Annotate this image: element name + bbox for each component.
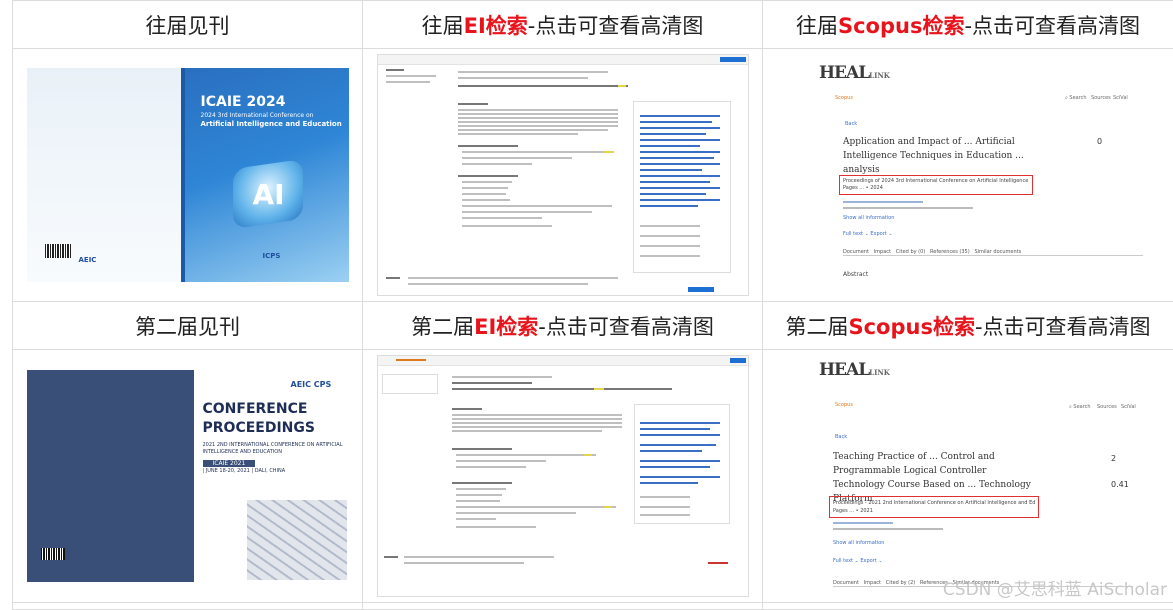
header-second-scopus[interactable]: 第二届Scopus检索-点击可查看高清图 [763,302,1173,350]
table-tail-row [13,603,1173,610]
header-pre: 往届 [422,14,464,38]
ei-screenshot-2021[interactable] [377,355,749,597]
citation-count: 0 [1097,137,1102,146]
header-second-ei[interactable]: 第二届EI检索-点击可查看高清图 [363,302,763,350]
header-row-1: 往届见刊 往届EI检索-点击可查看高清图 往届Scopus检索-点击可查看高清图 [13,1,1173,49]
publisher-block [69,544,70,549]
cover-cell-2[interactable]: AEIC CPS CONFERENCEPROCEEDINGS 2021 2ND … [13,350,363,603]
header-post: -点击可查看高清图 [538,315,714,339]
scival-nav: SciVal [1113,95,1128,101]
aeic-logo: AEIC [79,256,97,264]
header-past-ei[interactable]: 往届EI检索-点击可查看高清图 [363,1,763,49]
scopus-logo: Scopus [835,95,853,101]
icps-logo: ICPS [263,252,281,260]
cover-line2: Artificial Intelligence and Education [201,120,346,128]
back-link: Back [835,434,847,440]
fulltext-link: Full text ⌄ Export ⌄ [843,231,893,237]
header-post: -点击可查看高清图 [964,14,1140,38]
cover-spine [181,68,185,282]
heal-link-logo: HEALLINK [819,63,890,83]
header-row-2: 第二届见刊 第二届EI检索-点击可查看高清图 第二届Scopus检索-点击可查看… [13,302,1173,350]
ei-blue-button [730,358,746,363]
fulltext-link: Full text ⌄ Export ⌄ [833,558,883,564]
ei-blue-button [720,57,746,62]
search-nav: ⌕ Search [1065,95,1087,101]
ei-cell-1[interactable] [363,49,763,302]
cover-date: | JUNE 18-20, 2021 | DALI, CHINA [203,468,286,474]
ei-topbar [378,55,748,65]
header-post: -点击可查看高清图 [975,315,1151,339]
cover-subtitle: 2021 2ND INTERNATIONAL CONFERENCE ON ART… [203,442,343,456]
ei-cell-2[interactable] [363,350,763,603]
show-info-link: Show all information [833,540,884,546]
cover-short-title: ICAIE 2024 [201,94,286,110]
proceedings-meta: Proceedings - 2021 2nd International Con… [833,500,1035,506]
cover-line1: 2024 3rd International Conference on [201,112,346,119]
header-past-scopus[interactable]: 往届Scopus检索-点击可查看高清图 [763,1,1173,49]
scopus-cell-2[interactable]: HEALLINK Scopus ⌕ Search Sources SciVal … [763,350,1173,603]
ei-topbar [378,356,748,366]
scopus-logo: Scopus [835,402,853,408]
ei-footer-button [688,287,714,292]
header-pre: 第二届 [411,315,474,339]
citation-count: 2 [1111,454,1116,463]
results-table: 往届见刊 往届EI检索-点击可查看高清图 往届Scopus检索-点击可查看高清图… [12,0,1173,610]
calculator-graphic [247,500,347,580]
document-tabs: Document Impact Cited by (0) References … [843,249,1143,256]
scopus-screenshot-2024[interactable]: HEALLINK Scopus ⌕ Search Sources SciVal … [779,55,1157,295]
header-text: 第二届见刊 [135,315,240,339]
fwci-value: 0.41 [1111,480,1129,489]
header-pre: 往届 [796,14,838,38]
proceedings-cover-2024[interactable]: ICAIE 2024 2024 3rd International Confer… [27,68,349,282]
ai-graphic-text: AI [253,178,285,211]
heal-link-logo: HEALLINK [819,360,890,380]
ei-screenshot-2024[interactable] [377,54,749,296]
header-past-publication: 往届见刊 [13,1,363,49]
article-title: Application and Impact of ... Artificial… [843,135,1043,177]
cover-title: CONFERENCEPROCEEDINGS [203,400,315,438]
header-highlight: EI检索 [474,315,538,339]
header-pre: 第二届 [785,315,848,339]
proceedings-cover-2021[interactable]: AEIC CPS CONFERENCEPROCEEDINGS 2021 2ND … [27,370,349,582]
barcode-icon [45,244,71,258]
pages-meta: Pages ... • 2024 [843,185,883,191]
aeic-cps-logo: AEIC CPS [291,380,332,389]
cover-cell-1[interactable]: ICAIE 2024 2024 3rd International Confer… [13,49,363,302]
ei-left-panel [382,374,438,394]
sources-nav: Sources [1091,95,1111,101]
header-highlight: Scopus检索 [848,315,974,339]
header-post: -点击可查看高清图 [528,14,704,38]
search-nav: ⌕ Search [1069,404,1091,410]
barcode-icon [41,548,65,560]
scival-nav: SciVal [1121,404,1136,410]
back-link: Back [845,121,857,127]
header-second-publication: 第二届见刊 [13,302,363,350]
header-highlight: EI检索 [464,14,528,38]
image-row-1: ICAIE 2024 2024 3rd International Confer… [13,49,1173,302]
scopus-screenshot-2021[interactable]: HEALLINK Scopus ⌕ Search Sources SciVal … [779,356,1157,596]
cover-badge: ICAIE 2021 [203,460,256,467]
proceedings-meta: Proceedings of 2024 3rd International Co… [843,178,1029,184]
pages-meta: Pages ... • 2021 [833,508,873,514]
header-highlight: Scopus检索 [838,14,964,38]
show-info-link: Show all information [843,215,894,221]
header-text: 往届见刊 [146,14,230,38]
abstract-heading: Abstract [843,271,868,278]
scopus-cell-1[interactable]: HEALLINK Scopus ⌕ Search Sources SciVal … [763,49,1173,302]
sources-nav: Sources [1097,404,1117,410]
csdn-watermark: CSDN @艾思科蓝 AiScholar [943,575,1167,600]
image-row-2: AEIC CPS CONFERENCEPROCEEDINGS 2021 2ND … [13,350,1173,603]
